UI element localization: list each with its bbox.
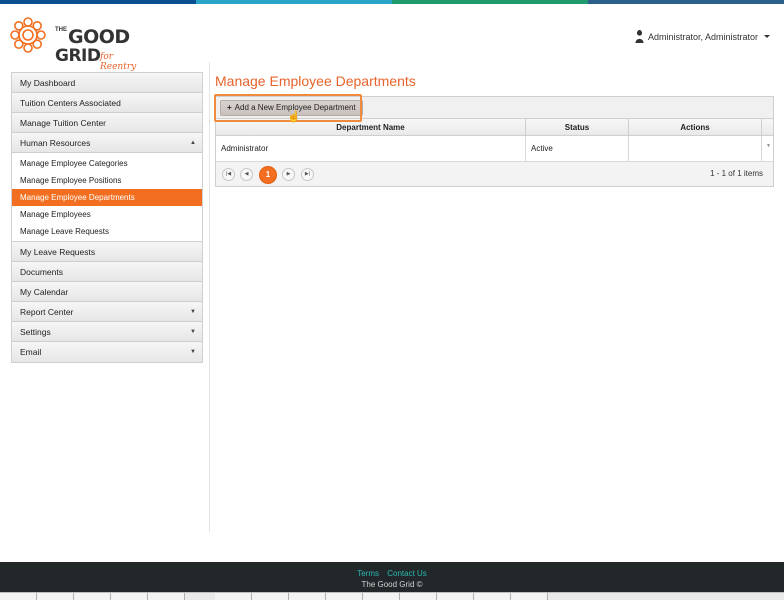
logo-word-the: THE bbox=[55, 27, 67, 33]
taskbar-slot[interactable] bbox=[252, 593, 289, 600]
taskbar-slot[interactable] bbox=[0, 593, 37, 600]
table-row[interactable]: Administrator Active ▼ bbox=[216, 136, 773, 162]
sidebar-item-label: Documents bbox=[20, 267, 63, 277]
current-page-button[interactable]: 1 bbox=[259, 166, 277, 184]
sidebar-item-label: Email bbox=[20, 347, 42, 357]
user-name: Administrator, Administrator bbox=[647, 31, 758, 42]
terms-link[interactable]: Terms bbox=[357, 569, 379, 578]
taskbar-slot[interactable] bbox=[326, 593, 363, 600]
grid-toolbar: + Add a New Employee Department ☝ bbox=[214, 94, 773, 123]
next-page-icon[interactable]: ▶ bbox=[282, 168, 295, 181]
sidebar-subitem-label: Manage Employee Categories bbox=[20, 159, 128, 168]
sidebar-subitem-label: Manage Employee Departments bbox=[20, 193, 135, 202]
plus-icon: + bbox=[227, 103, 232, 112]
sidebar-item-label: Manage Tuition Center bbox=[20, 118, 106, 128]
contact-us-link[interactable]: Contact Us bbox=[387, 569, 427, 578]
sidebar-item-label: Report Center bbox=[20, 307, 74, 317]
departments-grid: + Add a New Employee Department ☝ Departm… bbox=[214, 94, 774, 187]
chevron-up-icon: ▲ bbox=[190, 140, 196, 146]
cell-actions bbox=[629, 136, 762, 161]
sidebar-item-settings[interactable]: Settings ▼ bbox=[12, 322, 202, 342]
sidebar-subitem-label: Manage Leave Requests bbox=[20, 227, 109, 236]
hand-pointer-cursor-icon: ☝ bbox=[287, 111, 301, 123]
chevron-down-icon: ▼ bbox=[190, 329, 196, 335]
taskbar-slot[interactable] bbox=[74, 593, 111, 600]
taskbar-slot[interactable] bbox=[148, 593, 185, 600]
content-divider bbox=[209, 62, 210, 532]
pager-info: 1 - 1 of 1 items bbox=[710, 169, 763, 178]
sidebar-subitem-employee-categories[interactable]: Manage Employee Categories bbox=[12, 155, 202, 172]
main-content: Manage Employee Departments + Add a New E… bbox=[214, 72, 774, 187]
taskbar-slot[interactable] bbox=[215, 593, 252, 600]
column-header-actions[interactable]: Actions bbox=[629, 119, 762, 135]
sidebar-item-tuition-centers-associated[interactable]: Tuition Centers Associated bbox=[12, 93, 202, 113]
page-title: Manage Employee Departments bbox=[215, 73, 416, 89]
logo-word-good: GOOD bbox=[68, 26, 130, 48]
taskbar-slot[interactable] bbox=[37, 593, 74, 600]
grid-scrollbar[interactable]: ▼ bbox=[762, 136, 773, 161]
cell-status: Active bbox=[526, 136, 629, 161]
sidebar-item-email[interactable]: Email ▼ bbox=[12, 342, 202, 362]
sidebar-item-human-resources[interactable]: Human Resources ▲ bbox=[12, 133, 202, 153]
first-page-icon[interactable]: |◀ bbox=[222, 168, 235, 181]
footer-copyright: The Good Grid © bbox=[361, 580, 423, 589]
taskbar-slot[interactable] bbox=[511, 593, 548, 600]
bottom-taskbar bbox=[0, 592, 784, 600]
chevron-down-icon: ▼ bbox=[190, 309, 196, 315]
sidebar-item-my-leave-requests[interactable]: My Leave Requests bbox=[12, 242, 202, 262]
taskbar-slot[interactable] bbox=[474, 593, 511, 600]
sidebar-item-label: My Leave Requests bbox=[20, 247, 96, 257]
hr-submenu: Manage Employee Categories Manage Employ… bbox=[12, 153, 202, 242]
sidebar-subitem-label: Manage Employees bbox=[20, 210, 91, 219]
sidebar-subitem-employee-positions[interactable]: Manage Employee Positions bbox=[12, 172, 202, 189]
sidebar-item-my-dashboard[interactable]: My Dashboard bbox=[12, 73, 202, 93]
chevron-down-icon: ▼ bbox=[190, 349, 196, 355]
header: THE GOOD GRID for Reentry Administrator,… bbox=[0, 4, 784, 72]
taskbar-gap bbox=[185, 593, 215, 600]
sidebar-subitem-leave-requests[interactable]: Manage Leave Requests bbox=[12, 223, 202, 240]
logo-word-for-reentry: for Reentry bbox=[100, 52, 137, 72]
column-header-department-name[interactable]: Department Name bbox=[216, 119, 526, 135]
user-menu[interactable]: Administrator, Administrator bbox=[635, 30, 770, 43]
user-avatar-icon bbox=[635, 30, 644, 43]
taskbar-slot[interactable] bbox=[111, 593, 148, 600]
grid-pager: |◀ ◀ 1 ▶ ▶| 1 - 1 of 1 items bbox=[216, 162, 773, 186]
sidebar-item-label: Settings bbox=[20, 327, 51, 337]
cell-department-name: Administrator bbox=[216, 136, 526, 161]
taskbar-slot[interactable] bbox=[289, 593, 326, 600]
footer: Terms Contact Us The Good Grid © bbox=[0, 562, 784, 592]
footer-links: Terms Contact Us bbox=[0, 562, 784, 578]
sidebar-item-label: Tuition Centers Associated bbox=[20, 98, 121, 108]
logo-word-grid: GRID bbox=[55, 46, 101, 66]
sidebar-item-manage-tuition-center[interactable]: Manage Tuition Center bbox=[12, 113, 202, 133]
sidebar-subitem-employees[interactable]: Manage Employees bbox=[12, 206, 202, 223]
sidebar: My Dashboard Tuition Centers Associated … bbox=[11, 72, 203, 363]
sidebar-subitem-employee-departments[interactable]: Manage Employee Departments bbox=[12, 189, 202, 206]
column-header-status[interactable]: Status bbox=[526, 119, 629, 135]
site-logo[interactable]: THE GOOD GRID for Reentry bbox=[9, 14, 149, 72]
sidebar-item-label: My Calendar bbox=[20, 287, 69, 297]
taskbar-slot[interactable] bbox=[400, 593, 437, 600]
chevron-down-icon bbox=[764, 35, 770, 38]
sidebar-item-label: Human Resources bbox=[20, 138, 91, 148]
sidebar-item-report-center[interactable]: Report Center ▼ bbox=[12, 302, 202, 322]
gear-flower-logo-icon bbox=[10, 17, 46, 53]
taskbar-slot[interactable] bbox=[363, 593, 400, 600]
sidebar-item-label: My Dashboard bbox=[20, 78, 76, 88]
sidebar-item-documents[interactable]: Documents bbox=[12, 262, 202, 282]
sidebar-item-my-calendar[interactable]: My Calendar bbox=[12, 282, 202, 302]
last-page-icon[interactable]: ▶| bbox=[301, 168, 314, 181]
prev-page-icon[interactable]: ◀ bbox=[240, 168, 253, 181]
scroll-down-icon[interactable]: ▼ bbox=[766, 133, 771, 159]
taskbar-slot[interactable] bbox=[437, 593, 474, 600]
sidebar-subitem-label: Manage Employee Positions bbox=[20, 176, 122, 185]
